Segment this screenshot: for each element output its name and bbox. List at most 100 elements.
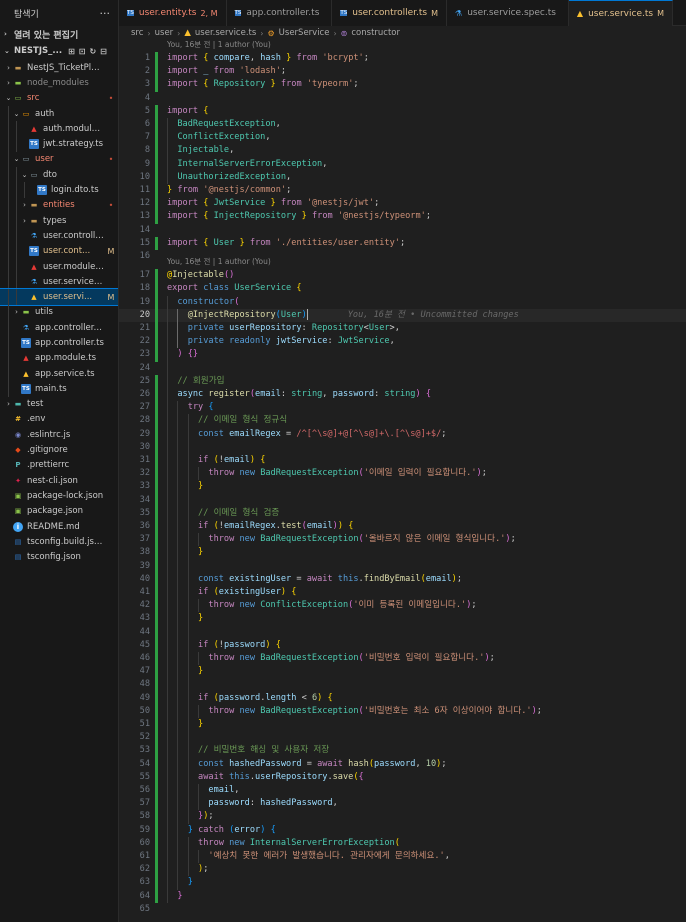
tree-item[interactable]: › ▬ utils [0, 304, 118, 321]
code-line[interactable]: 41 if (existingUser) { [119, 586, 686, 599]
tree-item[interactable]: ▣ package.json [0, 504, 118, 519]
code-line[interactable]: 65 [119, 903, 686, 916]
breadcrumb-item[interactable]: user [155, 28, 174, 38]
code-line[interactable]: 28 // 이메일 형식 정규식 [119, 414, 686, 427]
code-line[interactable]: 53 // 비밀번호 해싱 및 사용자 저장 [119, 744, 686, 757]
code-line[interactable]: 52 [119, 731, 686, 744]
tree-item[interactable]: ▲ user.servi... M [0, 288, 118, 306]
tree-item[interactable]: › ▬ entities • [0, 197, 118, 213]
code-line[interactable]: 56 email, [119, 784, 686, 797]
code-line[interactable]: 57 password: hashedPassword, [119, 797, 686, 810]
code-line[interactable]: 19 constructor( [119, 296, 686, 309]
code-line[interactable]: 26 async register(email: string, passwor… [119, 388, 686, 401]
editor-tab[interactable]: ▲ user.service.ts M [568, 0, 673, 26]
code-line[interactable]: 51 } [119, 718, 686, 731]
code-line[interactable]: 32 throw new BadRequestException('이메일 입력… [119, 467, 686, 480]
code-line[interactable]: 39 [119, 560, 686, 573]
tree-item[interactable]: ✦ nest-cli.json [0, 473, 118, 488]
project-section[interactable]: ⌄ NESTJS_... ⊞ ⊡ ↻ ⊟ [0, 42, 118, 60]
open-editors-section[interactable]: › 열려 있는 편집기 [0, 26, 118, 42]
code-line[interactable]: 21 private userRepository: Repository<Us… [119, 322, 686, 335]
code-line[interactable]: 25 // 회원가입 [119, 375, 686, 388]
code-line[interactable]: 35 // 이메일 형식 검증 [119, 507, 686, 520]
tree-item[interactable]: ⌄ ▭ src • [0, 91, 118, 106]
code-line[interactable]: 59 } catch (error) { [119, 824, 686, 837]
code-line[interactable]: 15 import { User } from './entities/user.… [119, 237, 686, 250]
breadcrumb-item[interactable]: src [131, 28, 143, 38]
code-line[interactable]: 46 throw new BadRequestException('비밀번호 입… [119, 652, 686, 665]
code-line[interactable]: 37 throw new BadRequestException('올바르지 않… [119, 533, 686, 546]
code-line[interactable]: 63 } [119, 876, 686, 889]
tree-item[interactable]: ▲ user.module.ts [0, 258, 118, 275]
code-line[interactable]: 4 [119, 92, 686, 105]
tree-item[interactable]: # .env [0, 412, 118, 427]
editor-tab[interactable]: ⚗ user.service.spec.ts [447, 0, 569, 26]
tree-item[interactable]: ⚗ user.controller.... [0, 228, 118, 244]
code-line[interactable]: 44 [119, 626, 686, 639]
code-line[interactable]: 18 export class UserService { [119, 282, 686, 295]
code-line[interactable]: 3 import { Repository } from 'typeorm'; [119, 78, 686, 91]
new-folder-icon[interactable]: ⊡ [79, 47, 86, 56]
code-line[interactable]: 58 }); [119, 810, 686, 823]
tree-item[interactable]: TS app.controller.ts [0, 335, 118, 351]
code-line[interactable]: 40 const existingUser = await this.findB… [119, 573, 686, 586]
code-line[interactable]: 5 import { [119, 105, 686, 118]
tree-item[interactable]: ⚗ user.service.sp... [0, 274, 118, 290]
code-line[interactable]: 13 import { InjectRepository } from '@nes… [119, 210, 686, 223]
collapse-all-icon[interactable]: ⊟ [100, 47, 107, 56]
tree-item[interactable]: › ▬ types [0, 212, 118, 229]
code-line[interactable]: 29 const emailRegex = /^[^\s@]+@[^\s@]+\… [119, 428, 686, 441]
code-line[interactable]: 31 if (!email) { [119, 454, 686, 467]
code-line[interactable]: 17 @Injectable() [119, 269, 686, 282]
code-line[interactable]: 55 await this.userRepository.save({ [119, 771, 686, 784]
breadcrumb-item[interactable]: constructor [351, 28, 400, 38]
breadcrumb-item[interactable]: user.service.ts [195, 28, 256, 38]
code-line[interactable]: 30 [119, 441, 686, 454]
tree-item[interactable]: ▲ auth.module.ts [0, 121, 118, 137]
tree-item[interactable]: ◆ .gitignore [0, 442, 118, 457]
code-line[interactable]: 7 ConflictException, [119, 131, 686, 144]
tree-item[interactable]: i README.md [0, 519, 118, 534]
tree-item[interactable]: › ▬ NestJS_TicketPlatf... [0, 60, 118, 75]
code-line[interactable]: 24 [119, 362, 686, 375]
code-line[interactable]: 10 UnauthorizedException, [119, 171, 686, 184]
code-line[interactable]: 49 if (password.length < 6) { [119, 692, 686, 705]
editor-tab[interactable]: TS app.controller.ts [226, 0, 333, 26]
code-line[interactable]: 42 throw new ConflictException('이미 등록된 이… [119, 599, 686, 612]
code-line[interactable]: 38 } [119, 546, 686, 559]
code-editor[interactable]: You, 16분 전 | 1 author (You) 1 import { com… [119, 40, 686, 922]
codelens-blame[interactable]: You, 16분 전 | 1 author (You) [167, 257, 271, 267]
code-line[interactable]: 48 [119, 678, 686, 691]
tree-item[interactable]: TS jwt.strategy.ts [0, 136, 118, 152]
tree-item[interactable]: › ▬ test [0, 397, 118, 412]
new-file-icon[interactable]: ⊞ [68, 47, 75, 56]
tree-item[interactable]: ▤ tsconfig.build.json [0, 534, 118, 549]
editor-tab[interactable]: TS user.entity.ts 2, M [119, 0, 227, 26]
breadcrumb-item[interactable]: UserService [279, 28, 330, 38]
code-line[interactable]: 8 Injectable, [119, 144, 686, 157]
tree-item[interactable]: ▲ app.module.ts [0, 350, 118, 366]
tree-item[interactable]: ⌄ ▭ user • [0, 151, 118, 168]
code-line[interactable]: 60 throw new InternalServerErrorExceptio… [119, 837, 686, 850]
tree-item[interactable]: P .prettierrc [0, 458, 118, 473]
tree-item[interactable]: ▲ app.service.ts [0, 365, 118, 382]
code-line[interactable]: 11} from '@nestjs/common'; [119, 184, 686, 197]
code-line[interactable]: 50 throw new BadRequestException('비밀번호는 … [119, 705, 686, 718]
code-line[interactable]: 54 const hashedPassword = await hash(pas… [119, 758, 686, 771]
refresh-icon[interactable]: ↻ [89, 47, 96, 56]
tree-item[interactable]: ⚗ app.controller.s... [0, 320, 118, 336]
code-line[interactable]: 22 private readonly jwtService: JwtServi… [119, 335, 686, 348]
tree-item[interactable]: TS main.ts [0, 381, 118, 397]
code-line[interactable]: 6 BadRequestException, [119, 118, 686, 131]
code-line[interactable]: 64 } [119, 890, 686, 903]
code-line[interactable]: 20 @InjectRepository(User) You, 16분 전 • U… [119, 308, 686, 322]
code-line[interactable]: 27 try { [119, 401, 686, 414]
tree-item[interactable]: ◉ .eslintrc.js [0, 427, 118, 442]
code-line[interactable]: 34 [119, 494, 686, 507]
code-line[interactable]: 62 ); [119, 863, 686, 876]
code-line[interactable]: 36 if (!emailRegex.test(email)) { [119, 520, 686, 533]
editor-tab[interactable]: TS user.controller.ts M [332, 0, 448, 26]
code-line[interactable]: 9 InternalServerErrorException, [119, 158, 686, 171]
tree-item[interactable]: ⌄ ▭ auth [0, 105, 118, 122]
codelens-blame[interactable]: You, 16분 전 | 1 author (You) [167, 40, 271, 50]
